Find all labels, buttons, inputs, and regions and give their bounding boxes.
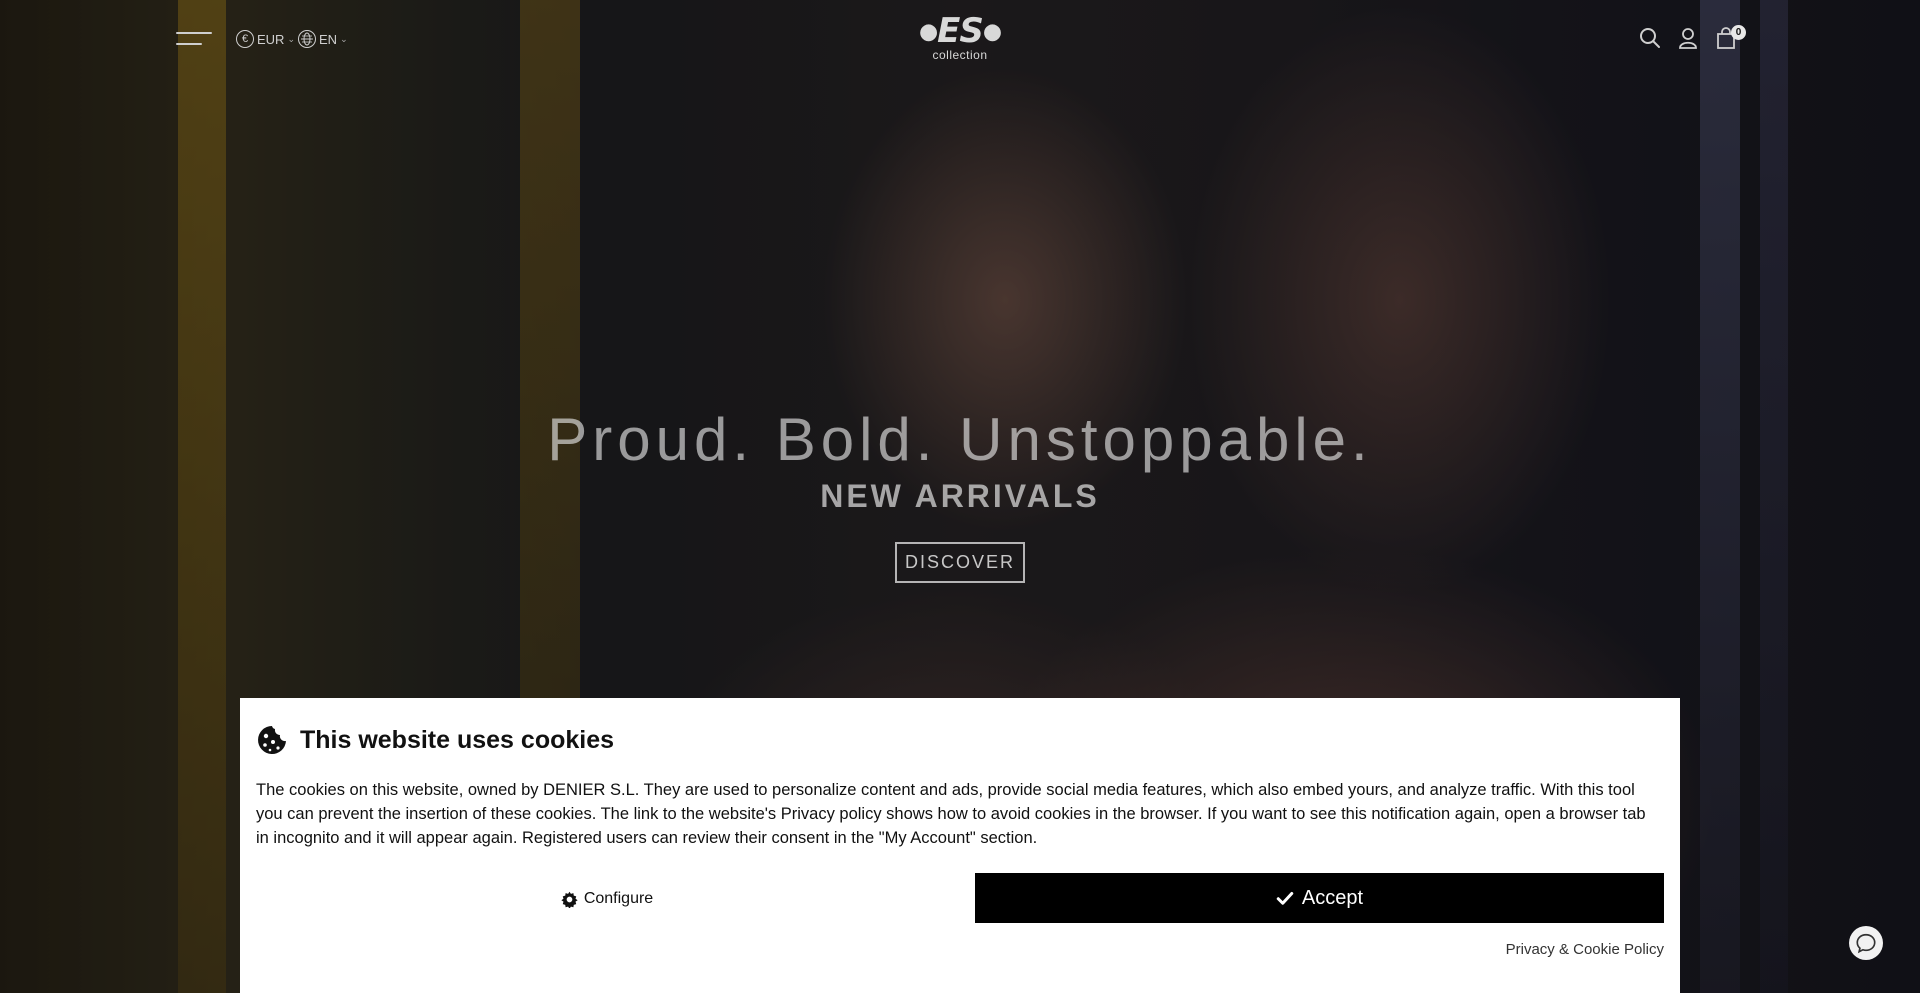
euro-icon: € bbox=[236, 30, 254, 48]
configure-button[interactable]: Configure bbox=[256, 874, 958, 924]
cookie-banner-header: This website uses cookies bbox=[256, 724, 614, 756]
search-icon[interactable] bbox=[1638, 26, 1662, 50]
chat-bubble-icon[interactable] bbox=[1849, 926, 1883, 960]
logo-subtitle: collection bbox=[932, 47, 988, 62]
site-header: € EUR ⌄ EN ⌄ ●ES● collection 0 bbox=[0, 0, 1920, 80]
currency-label: EUR bbox=[257, 31, 285, 47]
chevron-down-icon: ⌄ bbox=[340, 33, 348, 44]
currency-selector[interactable]: € EUR ⌄ bbox=[236, 30, 295, 48]
hero-tagline: Proud. Bold. Unstoppable. bbox=[547, 406, 1373, 473]
checkmark-icon bbox=[1276, 892, 1294, 905]
logo-mark: ●ES● bbox=[918, 11, 1002, 51]
page: € EUR ⌄ EN ⌄ ●ES● collection 0 Proud. Bo… bbox=[0, 0, 1920, 993]
cookie-icon bbox=[258, 726, 286, 754]
cookie-banner-title: This website uses cookies bbox=[300, 725, 615, 754]
privacy-cookie-policy-link[interactable]: Privacy & Cookie Policy bbox=[1506, 941, 1664, 958]
hamburger-menu-icon[interactable] bbox=[176, 30, 212, 50]
user-icon[interactable] bbox=[1676, 26, 1700, 50]
gear-icon bbox=[561, 891, 578, 908]
configure-label: Configure bbox=[583, 890, 654, 907]
language-selector[interactable]: EN ⌄ bbox=[298, 30, 348, 48]
globe-icon bbox=[298, 30, 316, 48]
accept-button[interactable]: Accept bbox=[975, 873, 1664, 923]
discover-button[interactable]: DISCOVER bbox=[895, 542, 1025, 583]
cookie-banner: This website uses cookies The cookies on… bbox=[240, 698, 1680, 993]
accept-label: Accept bbox=[1301, 886, 1364, 909]
chevron-down-icon: ⌄ bbox=[287, 33, 295, 44]
site-logo[interactable]: ●ES● collection bbox=[910, 11, 1010, 62]
language-label: EN bbox=[319, 31, 338, 47]
hero-subtitle: NEW ARRIVALS bbox=[820, 478, 1100, 514]
cart-count-badge: 0 bbox=[1731, 25, 1746, 40]
cookie-banner-text: The cookies on this website, owned by DE… bbox=[256, 781, 1646, 847]
